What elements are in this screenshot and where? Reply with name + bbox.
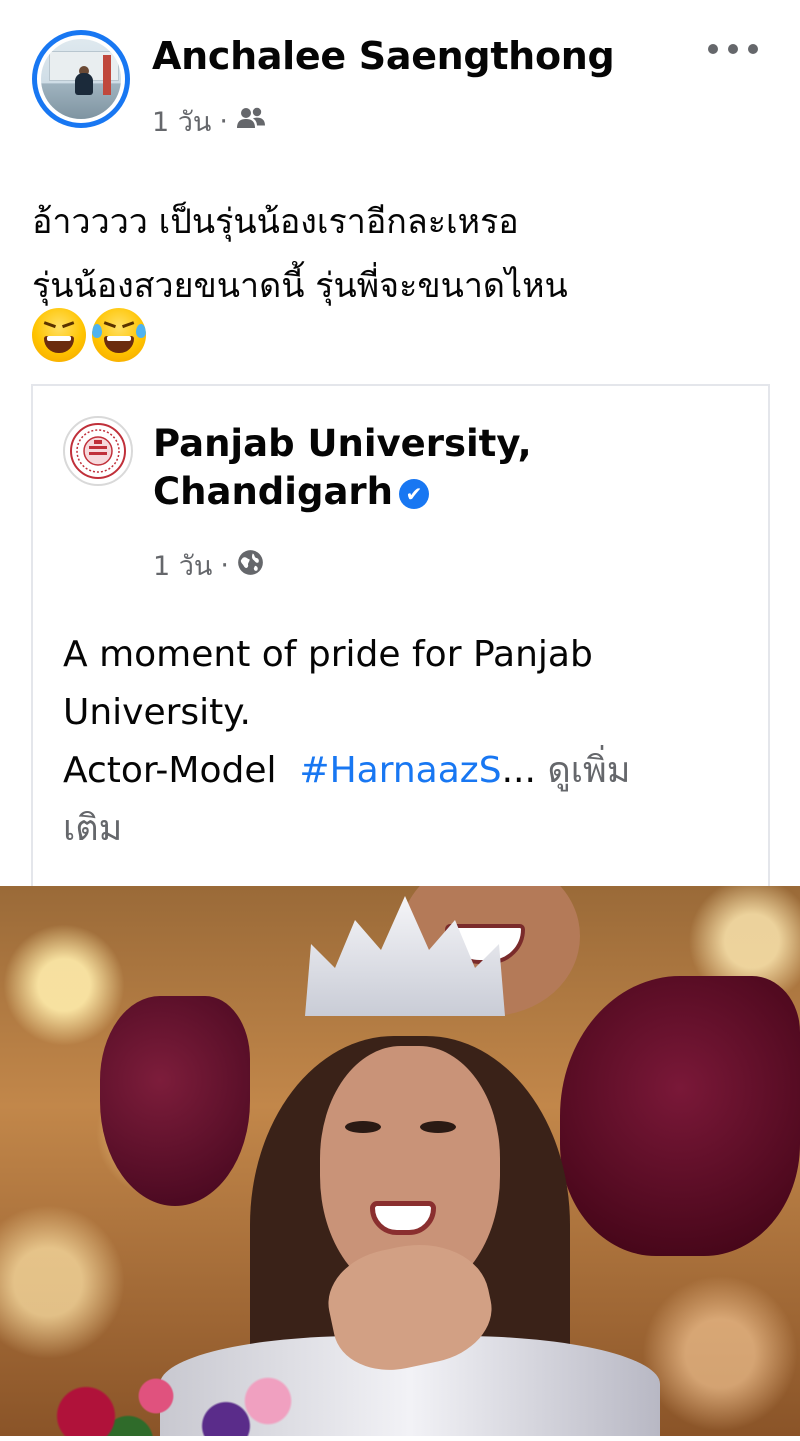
see-more-link[interactable]: ดูเพิ่ม [547, 750, 630, 791]
university-logo-icon[interactable] [63, 416, 133, 486]
laughing-squint-emoji-icon [32, 308, 86, 362]
shared-text-line: Actor-Model #HarnaazS... ดูเพิ่ม [63, 742, 743, 800]
page-name-line2: Chandigarh [153, 470, 394, 513]
shared-post-time[interactable]: 1 วัน [153, 544, 212, 587]
avatar-photo [41, 39, 121, 119]
shared-text-line: University. [63, 692, 251, 733]
author-avatar[interactable] [32, 30, 130, 128]
shared-text-line: เติม [63, 800, 743, 858]
shared-post-meta: 1 วัน · [153, 544, 264, 587]
hashtag-link[interactable]: #HarnaazS [299, 750, 501, 791]
post-text: อ้าวววว เป็นรุ่นน้องเราอีกละเหรอ รุ่นน้อ… [32, 190, 772, 318]
verified-badge-icon: ✔ [399, 479, 430, 509]
post-photo[interactable] [0, 886, 800, 1436]
shared-post-text: A moment of pride for Panjab University.… [63, 626, 743, 858]
shared-page-name[interactable]: Panjab University, Chandigarh ✔ [153, 420, 713, 516]
globe-icon[interactable] [237, 549, 264, 583]
post-time[interactable]: 1 วัน [152, 100, 211, 143]
flower-bouquet [30, 1356, 310, 1436]
meta-separator: · [219, 106, 228, 137]
shared-text-line: A moment of pride for Panjab [63, 634, 593, 675]
page-name-line: Panjab University, [153, 422, 532, 465]
more-options-icon[interactable] [708, 34, 758, 64]
emoji-row [32, 308, 146, 362]
friends-icon[interactable] [236, 106, 266, 137]
page-name-line: Chandigarh ✔ [153, 468, 713, 516]
shared-post-card[interactable]: Panjab University, Chandigarh ✔ 1 วัน · A… [31, 384, 770, 894]
post-text-line: อ้าวววว เป็นรุ่นน้องเราอีกละเหรอ [32, 202, 519, 242]
tears-of-joy-emoji-icon [92, 308, 146, 362]
meta-separator: · [220, 550, 229, 581]
author-name[interactable]: Anchalee Saengthong [152, 34, 615, 78]
text-prefix: Actor-Model [63, 750, 277, 791]
see-more-link-continued[interactable]: เติม [63, 808, 122, 849]
post-meta: 1 วัน · [152, 100, 266, 143]
ellipsis: ... [501, 750, 536, 791]
